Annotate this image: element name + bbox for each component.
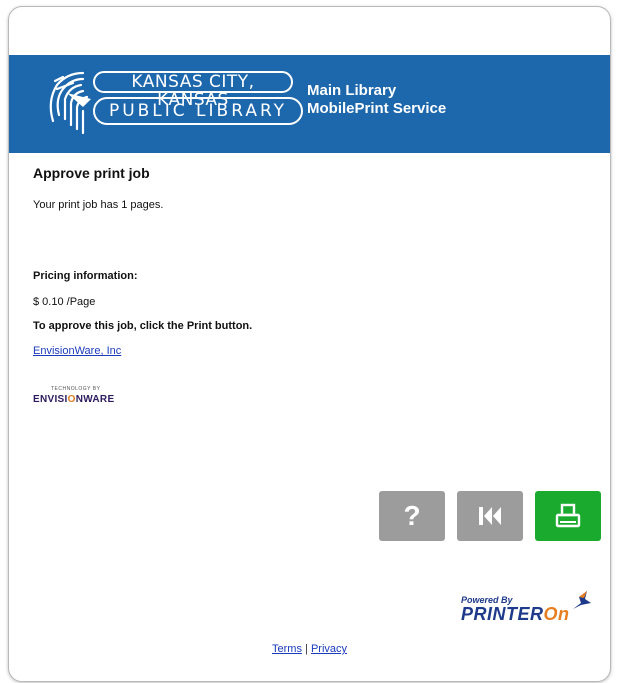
approve-instructions: To approve this job, click the Print but… bbox=[33, 320, 253, 332]
envisionware-link[interactable]: EnvisionWare, Inc bbox=[33, 345, 121, 357]
printer-icon bbox=[555, 503, 581, 528]
brand-o: O bbox=[67, 394, 76, 405]
mobileprint-card: KANSAS CITY, KANSAS PUBLIC LIBRARY Main … bbox=[8, 6, 611, 682]
printeron-brand: PRINTEROn bbox=[461, 604, 570, 625]
envisionware-brand: ENVISIONWARE bbox=[33, 394, 114, 405]
help-button[interactable]: ? bbox=[379, 491, 445, 541]
service-location: Main Library bbox=[307, 82, 397, 99]
price-text: $ 0.10 /Page bbox=[33, 296, 96, 308]
page-count-text: Your print job has 1 pages. bbox=[33, 199, 164, 211]
pricing-heading: Pricing information: bbox=[33, 270, 138, 282]
footer-separator: | bbox=[305, 643, 308, 655]
rewind-icon bbox=[479, 507, 501, 525]
logo-library-text: PUBLIC LIBRARY bbox=[93, 97, 303, 125]
service-title: Main Library MobilePrint Service bbox=[307, 82, 446, 118]
powered-by-printeron: Powered By PRINTEROn bbox=[461, 591, 591, 625]
terms-link[interactable]: Terms bbox=[272, 643, 302, 655]
service-name: MobilePrint Service bbox=[307, 100, 447, 117]
page-title: Approve print job bbox=[33, 165, 150, 181]
footer-links: Terms | Privacy bbox=[9, 643, 610, 655]
tech-by-text: TECHNOLOGY BY bbox=[51, 386, 101, 392]
question-icon: ? bbox=[403, 500, 421, 531]
envisionware-logo: TECHNOLOGY BY ENVISIONWARE bbox=[33, 386, 114, 405]
brand-part: PRINTER bbox=[461, 604, 544, 624]
print-button[interactable] bbox=[535, 491, 601, 541]
printeron-bird-icon bbox=[573, 591, 591, 609]
brand-on: On bbox=[543, 604, 570, 624]
back-button[interactable] bbox=[457, 491, 523, 541]
logo-city-text: KANSAS CITY, KANSAS bbox=[93, 71, 293, 109]
library-logo: KANSAS CITY, KANSAS PUBLIC LIBRARY bbox=[43, 63, 303, 141]
header-banner: KANSAS CITY, KANSAS PUBLIC LIBRARY Main … bbox=[9, 55, 610, 153]
brand-part: NWARE bbox=[75, 394, 115, 405]
privacy-link[interactable]: Privacy bbox=[311, 643, 347, 655]
brand-part: ENVISI bbox=[33, 394, 68, 405]
